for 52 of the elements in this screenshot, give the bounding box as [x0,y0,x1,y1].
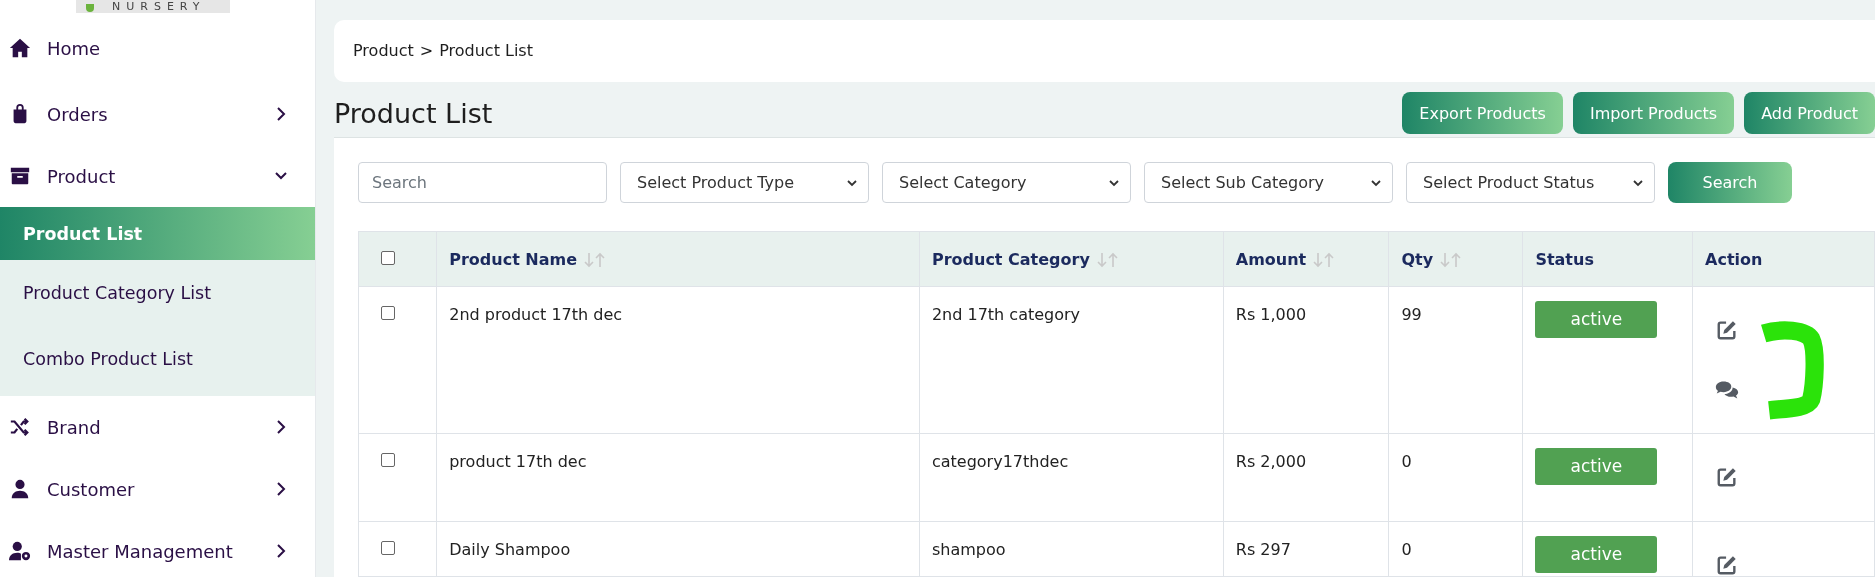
status-badge: active [1535,536,1658,573]
shuffle-icon [9,416,31,438]
table-cell: Rs 2,000 [1223,433,1389,522]
breadcrumb-link[interactable]: Product [353,41,414,61]
page-title: Product List [334,97,493,129]
usergear-icon [9,540,31,562]
filter-select[interactable]: Select Sub Category [1144,162,1393,203]
header-button[interactable]: Export Products [1402,92,1563,135]
table-cell: 0 [1388,521,1523,577]
column-header[interactable]: Product Name [436,231,920,287]
header-button[interactable]: Import Products [1572,92,1735,135]
home-icon [9,37,31,59]
table-cell: 2nd product 17th dec [436,286,920,434]
column-header[interactable]: Amount [1223,231,1389,287]
column-header[interactable]: Qty [1388,231,1523,287]
row-checkbox[interactable] [381,541,395,555]
column-header[interactable]: Status [1522,231,1693,287]
filter-select[interactable]: Select Category [882,162,1131,203]
user-icon [9,478,31,500]
table-cell: Daily Shampoo [436,521,920,577]
submenu-item[interactable]: Product Category List [0,260,315,326]
table-cell: shampoo [919,521,1224,577]
breadcrumb-separator: > [419,41,434,61]
box-icon [9,165,31,187]
filter-select[interactable]: Select Product Status [1406,162,1655,203]
column-header[interactable]: Action [1692,231,1875,287]
submenu-item[interactable]: Combo Product List [0,326,315,392]
filter-select[interactable]: Select Product Type [620,162,869,203]
search-field[interactable]: Search [358,162,607,203]
table-cell: 0 [1388,433,1523,522]
sidebar-item[interactable]: Master Management [0,520,315,577]
sidebar-item[interactable]: Brand [0,396,315,458]
sidebar-item[interactable]: Product [0,145,315,207]
table-cell: product 17th dec [436,433,920,522]
header-button[interactable]: Add Product [1744,92,1875,135]
status-badge: active [1535,448,1658,485]
sidebar-item[interactable]: Orders [0,83,315,145]
submenu-item[interactable]: Product List [0,207,315,260]
table-cell: Rs 297 [1223,521,1389,577]
table-cell: 99 [1388,286,1523,434]
chat-icon[interactable] [1715,379,1740,401]
sidebar-item[interactable]: Customer [0,458,315,520]
row-checkbox[interactable] [381,306,395,320]
select-all-checkbox[interactable] [381,250,395,265]
sidebar-item[interactable]: Home [0,13,315,83]
table-cell: Rs 1,000 [1223,286,1389,434]
column-header[interactable]: Product Category [919,231,1224,287]
logo-banner: NURSERY [76,0,230,13]
row-checkbox[interactable] [381,453,395,467]
table-cell: category17thdec [919,433,1224,522]
status-badge: active [1535,301,1658,338]
table-cell: 2nd 17th category [919,286,1224,434]
